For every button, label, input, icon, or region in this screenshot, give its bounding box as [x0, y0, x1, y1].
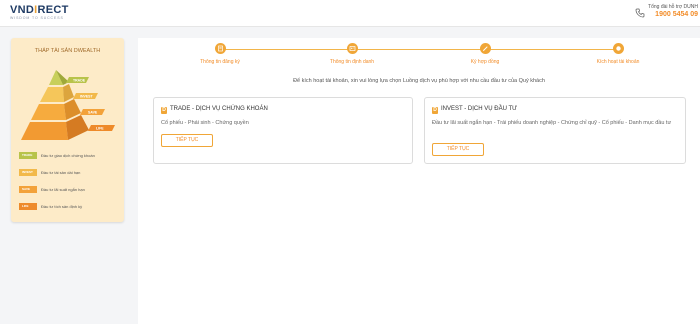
- pen-icon: [479, 43, 491, 54]
- hotline-number[interactable]: 1900 5454 09: [648, 11, 698, 18]
- legend-life: LIFE Đầu tư tích sản định kỳ: [19, 203, 119, 213]
- legend-text: Đầu tư giao dịch chứng khoán: [41, 153, 95, 158]
- card-title: D TRADE - DỊCH VỤ CHỨNG KHOÁN: [161, 106, 268, 114]
- card-description: Đầu tư lãi suất ngắn hạn - Trái phiếu do…: [432, 120, 672, 126]
- step-identification: Thông tin định danh: [317, 43, 387, 65]
- legend-trade: TRADE Đầu tư giao dịch chứng khoán: [19, 152, 119, 162]
- continue-button[interactable]: TIẾP TỤC: [432, 143, 484, 156]
- hotline: Tổng đài hỗ trợ DUNH 1900 5454 09: [648, 4, 698, 18]
- step-label: Kích hoạt tài khoản: [596, 59, 640, 65]
- logo-wordmark: VNDIRECT: [10, 4, 69, 16]
- step-label: Ký hợp đồng: [470, 59, 500, 65]
- svg-text:LIFE: LIFE: [96, 127, 104, 131]
- main-content: Thông tin đăng ký Thông tin định danh Ký…: [138, 38, 700, 324]
- vndirect-logo[interactable]: VNDIRECT WISDOM TO SUCCESS: [10, 4, 69, 20]
- svg-text:TRADE: TRADE: [73, 79, 86, 83]
- steps-progress-line: [220, 49, 618, 50]
- continue-button[interactable]: TIẾP TỤC: [161, 134, 213, 147]
- document-icon: [214, 43, 226, 54]
- pyramid-tag-invest: INVEST: [73, 93, 98, 99]
- legend-text: Đầu tư lãi suất ngắn hạn: [41, 187, 85, 192]
- id-card-icon: [346, 43, 358, 54]
- legend-text: Đầu tư tích sản định kỳ: [41, 204, 83, 209]
- phone-icon: [635, 8, 645, 18]
- legend-tag: TRADE: [19, 152, 37, 159]
- svg-text:SAVE: SAVE: [88, 111, 98, 115]
- legend-invest: INVEST Đầu tư tài sản dài hạn: [19, 169, 119, 179]
- intro-text: Để kích hoạt tài khoản, xin vui lòng lựa…: [293, 78, 545, 84]
- pyramid-tag-trade: TRADE: [66, 77, 89, 83]
- step-label: Thông tin đăng ký: [200, 59, 240, 65]
- legend-text: Đầu tư tài sản dài hạn: [41, 170, 81, 175]
- dwealth-panel: THÁP TÀI SẢN DWEALTH TRADE INVEST SAVE L…: [11, 38, 124, 222]
- legend-save: SAVE Đầu tư lãi suất ngắn hạn: [19, 186, 119, 196]
- step-registration: Thông tin đăng ký: [185, 43, 255, 65]
- step-activate-account: Kích hoạt tài khoản: [583, 43, 653, 65]
- dwealth-title: THÁP TÀI SẢN DWEALTH: [34, 48, 101, 54]
- step-sign-contract: Ký hợp đồng: [450, 43, 520, 65]
- logo-tagline: WISDOM TO SUCCESS: [10, 16, 64, 20]
- service-card-invest: D INVEST - DỊCH VỤ ĐẦU TƯ Đầu tư lãi suất…: [424, 97, 686, 164]
- card-description: Cổ phiếu - Phái sinh - Chứng quyền: [161, 120, 249, 126]
- hotline-label: Tổng đài hỗ trợ DUNH: [648, 4, 698, 10]
- check-circle-icon: [612, 43, 624, 54]
- d-badge-icon: D: [432, 107, 438, 114]
- legend-tag: SAVE: [19, 186, 37, 193]
- pyramid-tag-life: LIFE: [88, 125, 115, 131]
- top-header: VNDIRECT WISDOM TO SUCCESS Tổng đài hỗ t…: [0, 0, 700, 27]
- svg-text:INVEST: INVEST: [80, 95, 94, 99]
- step-label: Thông tin định danh: [329, 59, 375, 65]
- legend-tag: LIFE: [19, 203, 37, 210]
- legend-tag: INVEST: [19, 169, 37, 176]
- pyramid-tag-save: SAVE: [80, 109, 105, 115]
- card-title: D INVEST - DỊCH VỤ ĐẦU TƯ: [432, 106, 518, 114]
- d-badge-icon: D: [161, 107, 167, 114]
- service-card-trade: D TRADE - DỊCH VỤ CHỨNG KHOÁN Cổ phiếu - …: [153, 97, 413, 164]
